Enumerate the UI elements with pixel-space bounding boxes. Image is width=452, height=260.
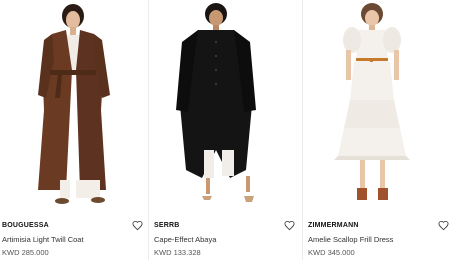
card-divider (302, 0, 303, 260)
product-card[interactable]: BOUGUESSA Artimisia Light Twill Coat KWD… (0, 0, 147, 260)
product-name[interactable]: Amelie Scallop Frill Dress (308, 235, 393, 244)
product-name[interactable]: Cape-Effect Abaya (154, 235, 216, 244)
product-price: KWD 285.000 (2, 248, 49, 257)
card-divider (148, 0, 149, 260)
product-brand: BOUGUESSA (2, 222, 49, 229)
product-price: KWD 345.000 (308, 248, 355, 257)
heart-outline-icon[interactable] (437, 219, 449, 231)
product-brand: ZIMMERMANN (308, 222, 359, 229)
product-grid: BOUGUESSA Artimisia Light Twill Coat KWD… (0, 0, 452, 260)
heart-outline-icon[interactable] (131, 219, 143, 231)
product-price: KWD 133.328 (154, 248, 201, 257)
product-card[interactable]: SERRB Cape-Effect Abaya KWD 133.328 (152, 0, 299, 260)
product-image-black-abaya[interactable] (152, 0, 299, 212)
heart-outline-icon[interactable] (283, 219, 295, 231)
product-image-white-dress[interactable] (306, 0, 452, 212)
product-brand: SERRB (154, 222, 180, 229)
product-card[interactable]: ZIMMERMANN Amelie Scallop Frill Dress KW… (306, 0, 452, 260)
product-image-brown-coat[interactable] (0, 0, 147, 212)
product-name[interactable]: Artimisia Light Twill Coat (2, 235, 84, 244)
